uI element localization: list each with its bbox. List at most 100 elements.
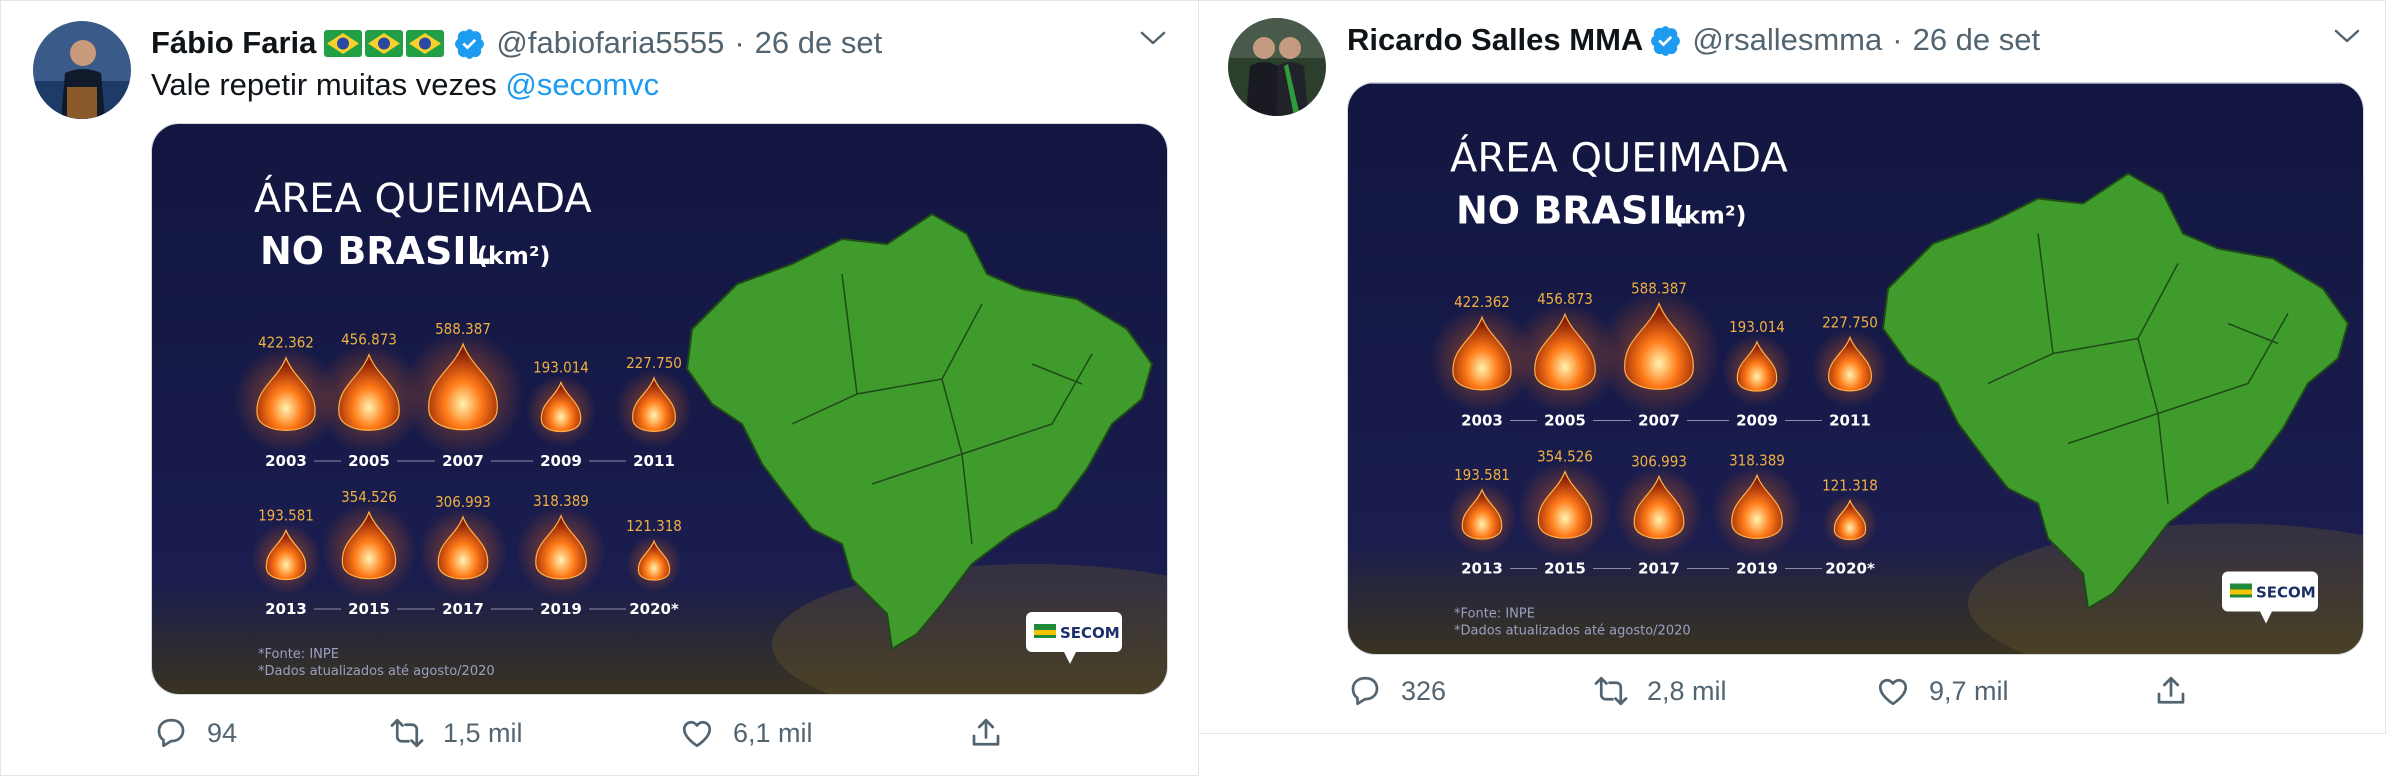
tweet-actions: 326 2,8 mil 9,7 mil (1347, 673, 2207, 709)
year-label: 2011 (633, 452, 675, 470)
share-button[interactable] (968, 715, 1022, 751)
mention-link[interactable]: @secomvc (505, 67, 659, 102)
year-label: 2005 (348, 452, 390, 470)
like-count: 9,7 mil (1929, 675, 2009, 706)
value-label: 306.993 (435, 493, 491, 511)
reply-icon (157, 718, 185, 748)
year-label: 2003 (1461, 412, 1503, 430)
tweet-header: Ricardo Salles MMA @rsallesmma · 26 de s… (1347, 18, 2040, 62)
value-label: 588.387 (435, 320, 491, 338)
retweet-icon (1594, 676, 1628, 706)
year-label: 2007 (1638, 412, 1680, 430)
secom-logo-text: SECOM (2256, 584, 2316, 602)
year-label: 2017 (1638, 560, 1680, 578)
value-label: 193.581 (1454, 466, 1510, 484)
year-label: 2019 (1736, 560, 1778, 578)
year-label: 2020* (629, 600, 679, 618)
value-label: 227.750 (1822, 314, 1878, 332)
flag-emoji (324, 29, 447, 57)
value-label: 306.993 (1631, 452, 1687, 470)
value-label: 588.387 (1631, 280, 1687, 298)
brazil-flag-icon (365, 29, 404, 57)
retweet-count: 1,5 mil (443, 717, 523, 748)
year-label: 2013 (265, 600, 307, 618)
value-label: 193.581 (258, 506, 314, 524)
value-label: 318.389 (533, 492, 589, 510)
retweet-button[interactable]: 2,8 mil (1593, 673, 1875, 709)
tweet-header: Fábio Faria @fabiofaria5555 · 26 de set (151, 21, 882, 65)
value-label: 422.362 (258, 334, 314, 352)
infographic-title-line2: NO BRASIL (1456, 189, 1687, 233)
value-label: 354.526 (341, 488, 397, 506)
like-button[interactable]: 9,7 mil (1875, 673, 2153, 709)
display-name[interactable]: Ricardo Salles MMA (1347, 22, 1643, 58)
tweet-date[interactable]: 26 de set (1913, 22, 2041, 58)
secom-logo-stripe (1034, 630, 1056, 635)
brazil-flag-icon (324, 29, 363, 57)
verified-icon (455, 28, 485, 59)
year-label: 2015 (1544, 560, 1586, 578)
brazil-flag-icon (406, 29, 445, 57)
value-label: 121.318 (1822, 477, 1878, 495)
value-label: 227.750 (626, 354, 682, 372)
reply-button[interactable]: 326 (1347, 673, 1593, 709)
display-name[interactable]: Fábio Faria (151, 25, 316, 61)
retweet-count: 2,8 mil (1647, 675, 1727, 706)
year-label: 2003 (265, 452, 307, 470)
tweet-date[interactable]: 26 de set (755, 25, 883, 61)
footnote-date: *Dados atualizados até agosto/2020 (258, 664, 495, 679)
footnote-date: *Dados atualizados até agosto/2020 (1454, 624, 1691, 639)
year-label: 2017 (442, 600, 484, 618)
share-button[interactable] (2153, 673, 2207, 709)
separator: · (1892, 22, 1903, 57)
tweet-media[interactable]: ÁREA QUEIMADA NO BRASIL (km²) 422.362 2003 45… (1347, 82, 2364, 655)
footnote-source: *Fonte: INPE (1454, 607, 1535, 622)
year-label: 2019 (540, 600, 582, 618)
year-label: 2020* (1825, 560, 1875, 578)
tweet-card[interactable]: Ricardo Salles MMA @rsallesmma · 26 de s… (1199, 0, 2386, 734)
infographic-unit: (km²) (477, 242, 550, 270)
like-button[interactable]: 6,1 mil (679, 715, 968, 751)
like-icon (682, 720, 712, 748)
verified-icon (1651, 25, 1681, 56)
retweet-icon (390, 718, 424, 748)
caret-down-icon[interactable] (1138, 28, 1168, 48)
reply-button[interactable]: 94 (153, 715, 389, 751)
infographic-title-line1: ÁREA QUEIMADA (1450, 134, 1788, 182)
footnote-source: *Fonte: INPE (258, 647, 339, 662)
value-label: 193.014 (533, 358, 589, 376)
tweet-card[interactable]: Fábio Faria @fabiofaria5555 · 26 de set … (0, 0, 1199, 776)
infographic-image: ÁREA QUEIMADA NO BRASIL(km²) 422.362 2003 45… (152, 124, 1167, 694)
year-label: 2007 (442, 452, 484, 470)
infographic-title-line1: ÁREA QUEIMADA (254, 174, 592, 222)
value-label: 456.873 (341, 331, 397, 349)
year-label: 2009 (540, 452, 582, 470)
retweet-button[interactable]: 1,5 mil (389, 715, 679, 751)
year-label: 2009 (1736, 412, 1778, 430)
user-handle[interactable]: @rsallesmma (1692, 22, 1882, 58)
tweet-media[interactable]: ÁREA QUEIMADA NO BRASIL (km²) 422.362 2003 45… (151, 123, 1168, 695)
value-label: 354.526 (1537, 448, 1593, 466)
avatar[interactable] (33, 21, 131, 119)
secom-logo-text: SECOM (1060, 624, 1120, 642)
infographic-image: ÁREA QUEIMADA NO BRASIL(km²) 422.362 2003 45… (1348, 83, 2363, 654)
reply-count: 94 (207, 717, 238, 748)
separator: · (734, 25, 745, 60)
like-count: 6,1 mil (733, 717, 813, 748)
caret-down-icon[interactable] (2332, 26, 2362, 46)
reply-count: 326 (1401, 675, 1447, 706)
value-label: 193.014 (1729, 318, 1785, 336)
value-label: 422.362 (1454, 293, 1510, 311)
value-label: 456.873 (1537, 290, 1593, 308)
secom-logo-stripe (2230, 589, 2252, 595)
share-icon (972, 718, 1000, 746)
reply-icon (1351, 676, 1379, 706)
infographic-title-line2: NO BRASIL (260, 229, 491, 273)
user-handle[interactable]: @fabiofaria5555 (496, 25, 724, 61)
tweet-body: Vale repetir muitas vezes (151, 67, 497, 102)
value-label: 121.318 (626, 517, 682, 535)
tweet-actions: 94 1,5 mil 6,1 mil (153, 715, 1022, 751)
infographic-unit: (km²) (1673, 202, 1746, 230)
year-label: 2015 (348, 600, 390, 618)
avatar[interactable] (1228, 18, 1326, 116)
